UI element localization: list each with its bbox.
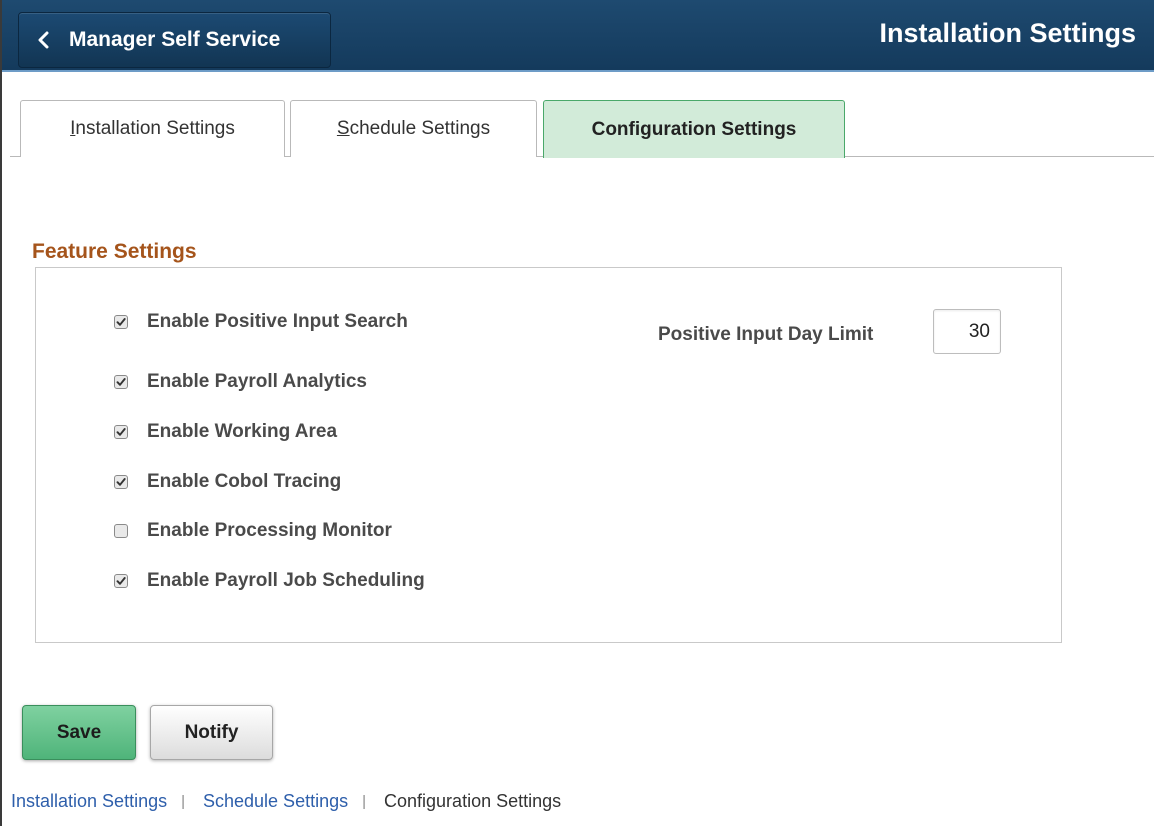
tab-installation-settings[interactable]: Installation Settings <box>20 100 285 157</box>
checkmark-icon <box>116 577 126 585</box>
notify-button[interactable]: Notify <box>150 705 273 760</box>
checkbox-payroll-analytics[interactable] <box>114 375 128 389</box>
checkbox-positive-input-search[interactable] <box>114 315 128 329</box>
checkbox-processing-monitor[interactable] <box>114 524 128 538</box>
checkbox-label: Enable Payroll Analytics <box>147 371 367 392</box>
day-limit-input[interactable] <box>933 309 1001 354</box>
tab-bar: Installation Settings Schedule Settings … <box>10 100 1154 158</box>
back-button[interactable]: Manager Self Service <box>18 12 331 68</box>
checkbox-working-area[interactable] <box>114 425 128 439</box>
checkbox-row-cobol-tracing: Enable Cobol Tracing <box>114 471 341 493</box>
checkbox-row-working-area: Enable Working Area <box>114 421 337 443</box>
tab-label: Configuration Settings <box>591 118 797 140</box>
link-installation-settings[interactable]: Installation Settings <box>11 791 167 812</box>
checkbox-label: Enable Working Area <box>147 421 338 442</box>
page: Manager Self Service Installation Settin… <box>0 0 1154 826</box>
tab-label: nstallation Settings <box>75 118 235 139</box>
current-page-label: Configuration Settings <box>384 791 562 811</box>
back-button-label: Manager Self Service <box>69 28 281 51</box>
section-title: Feature Settings <box>32 240 197 263</box>
chevron-left-icon <box>37 31 61 49</box>
checkbox-label: Enable Processing Monitor <box>147 520 392 541</box>
checkbox-payroll-job-scheduling[interactable] <box>114 574 128 588</box>
link-separator: | <box>181 793 185 810</box>
checkmark-icon <box>116 478 126 486</box>
checkmark-icon <box>116 378 126 386</box>
checkbox-label: Enable Payroll Job Scheduling <box>147 570 425 591</box>
checkbox-row-payroll-job-scheduling: Enable Payroll Job Scheduling <box>114 570 425 592</box>
checkbox-label: Enable Positive Input Search <box>147 311 408 332</box>
tab-schedule-settings[interactable]: Schedule Settings <box>290 100 537 157</box>
page-header: Manager Self Service Installation Settin… <box>2 0 1154 72</box>
tab-label: chedule Settings <box>349 118 491 139</box>
checkbox-row-positive-input-search: Enable Positive Input Search <box>114 311 408 333</box>
checkbox-label: Enable Cobol Tracing <box>147 471 342 492</box>
page-title: Installation Settings <box>879 18 1136 48</box>
checkbox-row-payroll-analytics: Enable Payroll Analytics <box>114 371 367 393</box>
footer-links: Installation Settings | Schedule Setting… <box>11 791 561 812</box>
checkbox-cobol-tracing[interactable] <box>114 475 128 489</box>
save-button[interactable]: Save <box>22 705 136 760</box>
link-separator: | <box>362 793 367 810</box>
checkbox-row-processing-monitor: Enable Processing Monitor <box>114 520 392 542</box>
tab-accesskey: S <box>336 118 350 139</box>
checkmark-icon <box>116 318 126 326</box>
tab-configuration-settings[interactable]: Configuration Settings <box>543 100 845 158</box>
checkmark-icon <box>116 428 126 436</box>
link-schedule-settings[interactable]: Schedule Settings <box>203 791 348 812</box>
day-limit-label: Positive Input Day Limit <box>658 324 874 345</box>
